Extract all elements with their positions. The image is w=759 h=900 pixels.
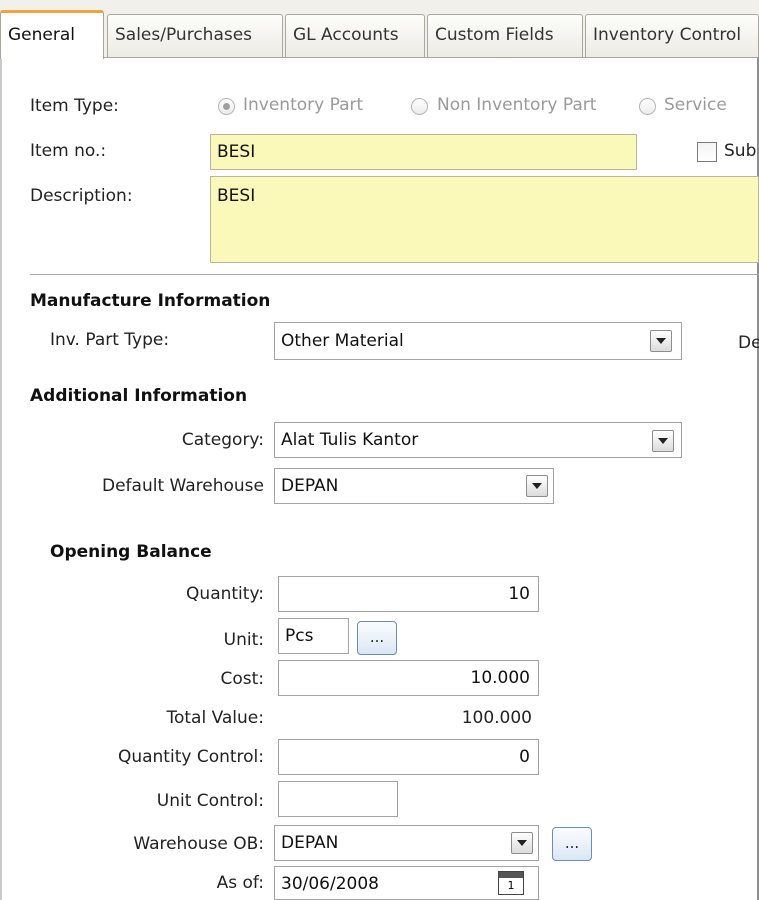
category-label: Category: (181, 430, 264, 450)
radio-service-label: Service (664, 95, 727, 115)
unit-label: Unit: (223, 630, 264, 650)
radio-non-inventory-part[interactable] (411, 98, 428, 115)
as-of-label: As of: (216, 873, 264, 893)
calendar-icon[interactable]: 1 (498, 871, 524, 895)
sub-checkbox[interactable] (697, 142, 717, 162)
quantity-control-input[interactable]: 0 (278, 739, 539, 775)
opening-balance-title: Opening Balance (50, 542, 212, 562)
quantity-control-label: Quantity Control: (117, 747, 264, 767)
tab-general[interactable]: General (0, 10, 104, 59)
default-warehouse-select[interactable]: DEPAN (274, 468, 554, 504)
tab-custom-fields[interactable]: Custom Fields (427, 14, 583, 57)
tab-gl-accounts[interactable]: GL Accounts (285, 14, 425, 57)
tab-strip-border (0, 57, 759, 58)
total-value-display: 100.000 (461, 708, 532, 728)
cost-input[interactable]: 10.000 (278, 660, 539, 696)
default-warehouse-label: Default Warehouse (102, 476, 264, 496)
radio-service[interactable] (639, 98, 656, 115)
quantity-input[interactable]: 10 (278, 576, 539, 612)
tab-sales-purchases[interactable]: Sales/Purchases (107, 14, 283, 57)
unit-control-input[interactable] (278, 781, 398, 817)
warehouse-ob-dropdown-arrow[interactable] (511, 832, 533, 854)
warehouse-ob-browse-button[interactable]: ... (552, 827, 592, 861)
default-warehouse-dropdown-arrow[interactable] (526, 475, 548, 497)
radio-inventory-part[interactable] (218, 98, 235, 115)
description-label: Description: (30, 186, 133, 206)
inv-part-type-select[interactable]: Other Material (274, 322, 682, 360)
panel-left-edge (0, 58, 2, 900)
section-divider (30, 274, 759, 275)
quantity-label: Quantity: (186, 584, 264, 604)
radio-inventory-part-label: Inventory Part (243, 95, 364, 115)
item-no-label: Item no.: (30, 141, 107, 161)
category-dropdown-arrow[interactable] (652, 430, 674, 452)
additional-section-title: Additional Information (30, 386, 248, 406)
calendar-icon-day: 1 (507, 879, 515, 892)
unit-input[interactable]: Pcs (278, 618, 349, 654)
item-type-label: Item Type: (30, 96, 119, 116)
cost-label: Cost: (220, 669, 264, 689)
description-input[interactable]: BESI (210, 176, 759, 263)
total-value-label: Total Value: (166, 708, 264, 728)
sub-checkbox-label: Sub (724, 141, 757, 161)
right-truncated-label: De (738, 333, 759, 353)
radio-non-inventory-part-label: Non Inventory Part (437, 95, 597, 115)
unit-control-label: Unit Control: (156, 791, 264, 811)
inv-part-type-dropdown-arrow[interactable] (650, 330, 672, 352)
tab-inventory-control[interactable]: Inventory Control (585, 14, 759, 57)
category-select[interactable]: Alat Tulis Kantor (274, 422, 682, 458)
warehouse-ob-select[interactable]: DEPAN (274, 825, 539, 861)
unit-browse-button[interactable]: ... (357, 621, 397, 655)
warehouse-ob-label: Warehouse OB: (133, 834, 264, 854)
inv-part-type-label: Inv. Part Type: (50, 330, 170, 350)
manufacture-section-title: Manufacture Information (30, 291, 271, 311)
item-no-input[interactable]: BESI (210, 134, 637, 170)
